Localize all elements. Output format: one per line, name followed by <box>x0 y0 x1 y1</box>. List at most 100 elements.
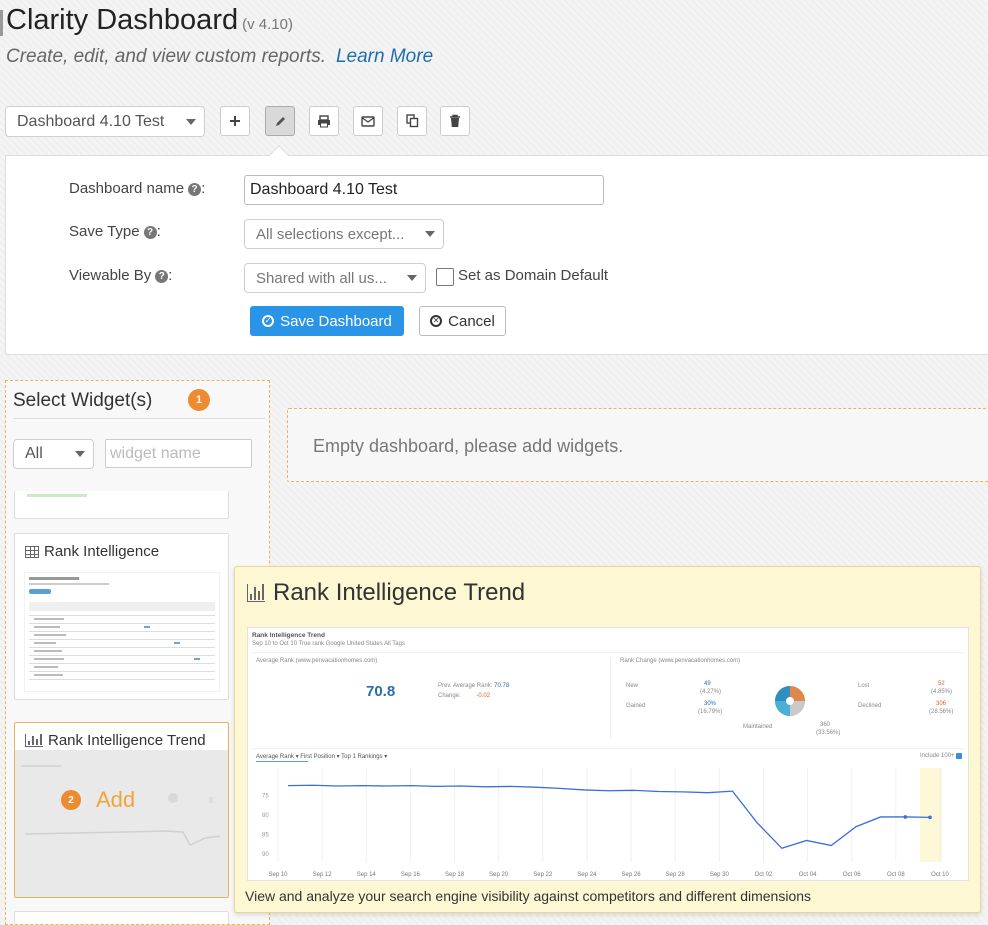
colon: : <box>201 180 206 197</box>
cancel-label: Cancel <box>448 312 495 330</box>
divider <box>252 652 964 653</box>
edit-dashboard-panel: Dashboard name?: Save Type?: All selecti… <box>5 145 988 355</box>
x-tick-label: Oct 10 <box>931 872 949 878</box>
preview-description: View and analyze your search engine visi… <box>245 888 812 904</box>
x-tick-label: Sep 16 <box>401 872 421 878</box>
x-tick-label: Sep 12 <box>313 872 333 878</box>
save-type-select[interactable]: All selections except... <box>244 219 444 249</box>
widget-card-rank-intelligence-trend[interactable]: Rank Intelligence Trend 2 Add <box>14 722 229 898</box>
avg-rank-label-text: Average Rank <box>256 658 294 664</box>
learn-more-link[interactable]: Learn More <box>336 46 433 67</box>
print-dashboard-button[interactable] <box>309 106 339 136</box>
dashboard-select-value: Dashboard 4.10 Test <box>17 112 165 130</box>
widget-card-rank-intelligence[interactable]: Rank Intelligence <box>14 533 229 700</box>
declined-label: Declined <box>858 703 882 709</box>
declined-pct: (28.56%) <box>929 709 954 715</box>
include-100-label: Include 100+ <box>920 753 955 759</box>
viewable-by-label-text: Viewable By <box>69 267 152 284</box>
x-tick-label: Sep 18 <box>445 872 465 878</box>
y-tick-label: 75 <box>262 793 269 799</box>
widget-selector-panel: Select Widget(s) 1 All widget name Rank … <box>5 380 270 925</box>
add-dashboard-button[interactable] <box>220 106 250 136</box>
colon: : <box>156 223 161 240</box>
y-tick-label: 80 <box>262 813 269 819</box>
avg-rank-domain: (www.penvacationhomes.com) <box>295 658 378 664</box>
save-dashboard-button[interactable]: ✓ Save Dashboard <box>250 306 404 336</box>
bar-chart-icon <box>247 584 265 602</box>
subtitle-text: Create, edit, and view custom reports. <box>6 46 326 67</box>
series-point <box>903 815 908 819</box>
print-icon <box>318 114 330 127</box>
viewable-by-select[interactable]: Shared with all us... <box>244 263 426 293</box>
x-tick-label: Sep 30 <box>710 872 730 878</box>
widget-card-title: Rank Intelligence Trend <box>25 732 206 749</box>
save-dashboard-label: Save Dashboard <box>280 312 392 330</box>
save-type-label-text: Save Type <box>69 223 140 240</box>
rank-change-label-text: Rank Change <box>620 658 657 664</box>
rank-change-domain: (www.penvacationhomes.com) <box>658 658 741 664</box>
widget-card-partial-bottom[interactable] <box>14 911 229 924</box>
dashboard-name-label: Dashboard name?: <box>69 180 205 197</box>
widget-card-name: Rank Intelligence Trend <box>48 732 206 749</box>
x-tick-label: Sep 14 <box>357 872 377 878</box>
preview-inner-filters: Sep 10 to Oct 10 True rank Google United… <box>252 641 405 647</box>
divider <box>13 418 265 419</box>
mail-icon <box>361 115 375 127</box>
delete-dashboard-button[interactable] <box>440 106 470 136</box>
save-type-label: Save Type?: <box>69 223 161 240</box>
new-value: 49 <box>704 681 711 687</box>
lost-label: Lost <box>858 683 870 689</box>
help-icon[interactable]: ? <box>188 183 202 196</box>
lost-pct: (4.85%) <box>931 689 953 695</box>
page-subtitle: Create, edit, and view custom reports. Le… <box>6 46 433 68</box>
copy-dashboard-button[interactable] <box>397 106 427 136</box>
y-tick-label: 85 <box>262 833 269 839</box>
edit-dashboard-button[interactable] <box>265 106 295 136</box>
help-icon[interactable]: ? <box>155 270 169 283</box>
bar-chart-icon <box>25 734 43 747</box>
x-tick-label: Sep 24 <box>577 872 597 878</box>
cancel-button[interactable]: ✕ Cancel <box>419 306 506 336</box>
highlight-band <box>920 768 942 862</box>
prev-avg-label: Prev. Average Rank: <box>438 683 493 689</box>
widget-search-input[interactable]: widget name <box>105 439 252 468</box>
dashboard-select[interactable]: Dashboard 4.10 Test <box>5 106 205 137</box>
widget-filter-value: All <box>25 445 43 462</box>
change-value: -0.02 <box>476 693 491 699</box>
pencil-icon <box>275 116 285 126</box>
chevron-down-icon <box>407 275 417 281</box>
widget-filter-select[interactable]: All <box>13 439 94 469</box>
step-two-badge: 2 <box>61 790 81 810</box>
rank-trend-chart: Sep 10 Sep 12 Sep 14 Sep 16 Sep 18 Sep 20 Sep … <box>262 768 949 878</box>
avg-rank-label: Average Rank (www.penvacationhomes.com) <box>256 658 377 664</box>
chevron-down-icon <box>425 231 435 237</box>
empty-dashboard-message: Empty dashboard, please add widgets. <box>313 436 624 456</box>
gained-pct: (16.79%) <box>698 709 723 715</box>
divider <box>252 748 964 749</box>
gained-value: 30% <box>704 701 717 707</box>
dashboard-drop-zone: Empty dashboard, please add widgets. <box>287 408 988 482</box>
x-tick-label: Sep 20 <box>489 872 509 878</box>
help-icon[interactable]: ? <box>143 226 157 239</box>
step-one-badge: 1 <box>188 389 210 411</box>
copy-icon <box>405 114 418 128</box>
x-tick-label: Sep 22 <box>533 872 553 878</box>
rank-change-pie <box>775 686 805 716</box>
declined-value: 306 <box>936 701 947 707</box>
domain-default-checkbox[interactable] <box>436 268 454 286</box>
maintained-value: 360 <box>820 722 831 728</box>
widget-search-placeholder: widget name <box>110 444 201 462</box>
check-circle-icon: ✓ <box>262 315 275 327</box>
dashboard-name-input[interactable] <box>244 175 604 205</box>
prev-avg-rank: Prev. Average Rank: 70.78 <box>438 683 509 689</box>
email-dashboard-button[interactable] <box>353 106 383 136</box>
metric-tabs: Average Rank ▾ First Position ▾ Top 1 Ra… <box>256 754 388 760</box>
maintained-pct: (33.56%) <box>816 730 841 736</box>
add-widget-button[interactable]: Add <box>96 787 135 813</box>
widget-card-partial[interactable] <box>14 491 229 519</box>
new-label: New <box>626 683 639 689</box>
widget-card-name: Rank Intelligence <box>44 543 160 560</box>
colon: : <box>168 267 173 284</box>
chevron-down-icon <box>75 451 85 457</box>
trend-thumbnail <box>21 765 221 846</box>
